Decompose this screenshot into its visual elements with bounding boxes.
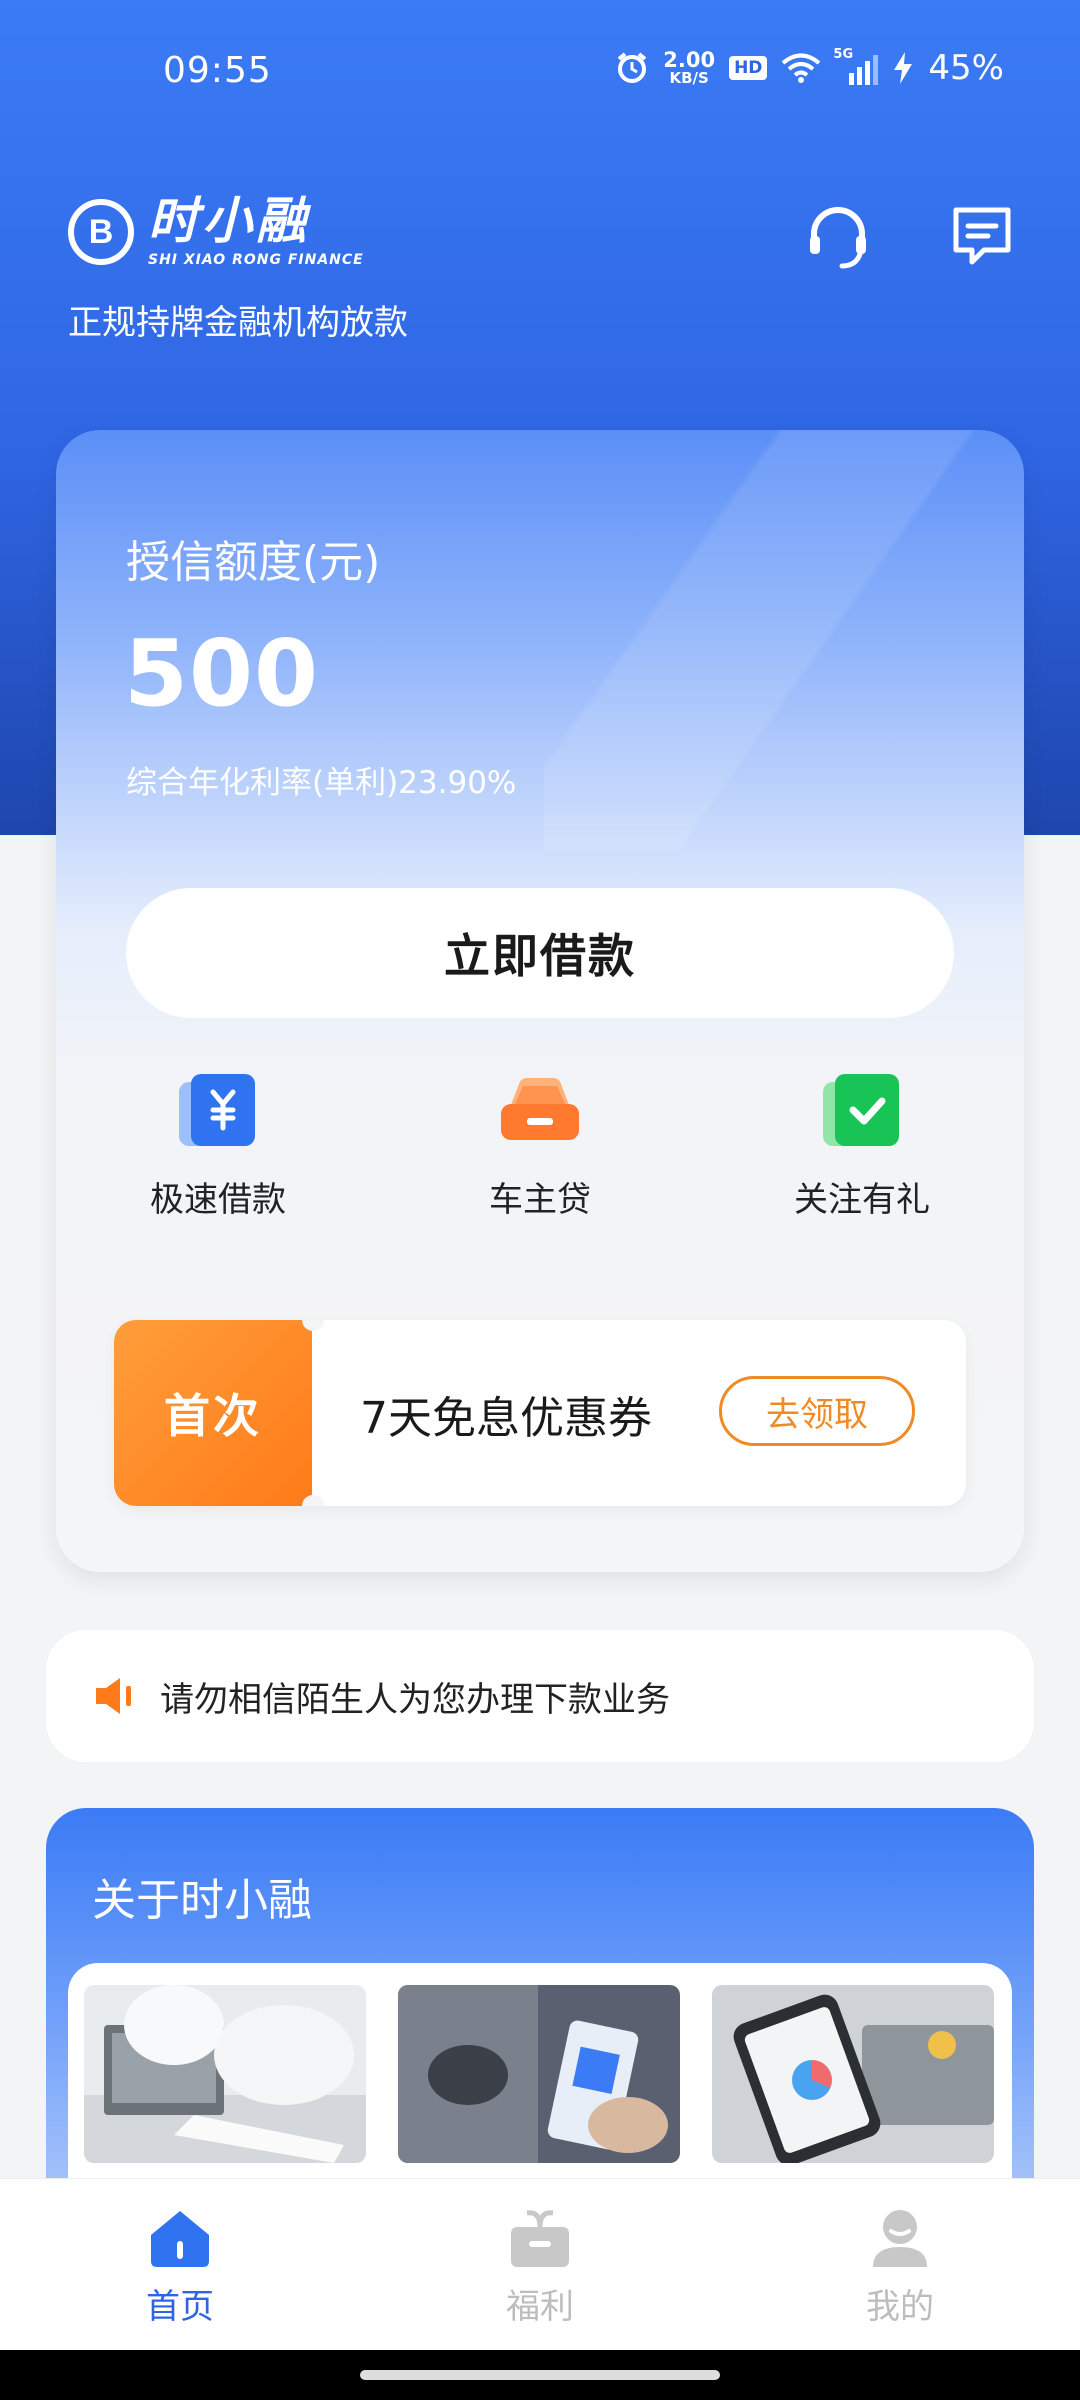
alarm-icon [615, 51, 649, 85]
tagline: 正规持牌金融机构放款 [68, 303, 408, 343]
profile-icon [867, 2207, 933, 2269]
logo-icon: B [68, 199, 134, 265]
borrow-now-button[interactable]: 立即借款 [126, 888, 954, 1018]
credit-card: 授信额度(元) 500 综合年化利率(单利)23.90% 立即借款 极速借款 车… [56, 430, 1024, 1572]
status-bar: 09:55 2.00 KB/S HD 5G 45% [0, 0, 1080, 140]
tab-label: 我的 [866, 2287, 934, 2327]
charging-icon [892, 51, 914, 85]
about-image-scan-pay[interactable] [398, 1985, 680, 2163]
interest-rate: 综合年化利率(单利)23.90% [126, 765, 517, 801]
speaker-icon [92, 1676, 136, 1716]
credit-limit-title: 授信额度(元) [126, 537, 381, 588]
yuan-card-icon [173, 1070, 263, 1150]
brand-name: 时小融 [148, 192, 310, 250]
status-time: 09:55 [163, 50, 272, 91]
cellular-signal-icon: 5G [833, 47, 879, 85]
notice-banner[interactable]: 请勿相信陌生人为您办理下款业务 [46, 1630, 1034, 1762]
home-indicator[interactable] [360, 2370, 720, 2380]
notice-text: 请勿相信陌生人为您办理下款业务 [160, 1679, 670, 1720]
quick-action-car-loan[interactable]: 车主贷 [420, 1070, 660, 1221]
gift-icon [507, 2207, 573, 2269]
tab-benefits[interactable]: 福利 [440, 2207, 640, 2328]
about-image-signing[interactable] [84, 1985, 366, 2163]
wifi-icon [781, 52, 821, 84]
message-icon[interactable] [946, 200, 1018, 272]
brand-english-name: SHI XIAO RONG FINANCE [148, 252, 364, 268]
customer-service-icon[interactable] [802, 200, 874, 272]
battery-percent: 45% [928, 48, 1004, 88]
quick-action-label: 极速借款 [150, 1180, 286, 1220]
brand-logo: B 时小融 SHI XIAO RONG FINANCE [68, 196, 364, 268]
quick-action-fast-loan[interactable]: 极速借款 [98, 1070, 338, 1221]
quick-action-follow-gift[interactable]: 关注有礼 [742, 1070, 982, 1221]
home-icon [147, 2207, 213, 2269]
system-gesture-area [0, 2350, 1080, 2400]
tab-label: 首页 [146, 2287, 214, 2327]
bottom-navigation: 首页 福利 我的 [0, 2178, 1080, 2351]
about-image-phone-chart[interactable] [712, 1985, 994, 2163]
quick-action-label: 车主贷 [489, 1180, 591, 1220]
coupon-tag: 首次 [114, 1320, 312, 1506]
check-icon [817, 1070, 907, 1150]
about-title: 关于时小融 [92, 1875, 312, 1926]
claim-coupon-button[interactable]: 去领取 [719, 1376, 915, 1446]
quick-action-label: 关注有礼 [794, 1180, 930, 1220]
status-icons: 2.00 KB/S HD 5G 45% [615, 47, 1004, 88]
net-speed: 2.00 KB/S [663, 48, 716, 87]
coupon-text: 7天免息优惠券 [360, 1393, 652, 1444]
credit-limit-amount: 500 [124, 620, 320, 727]
hd-badge: HD [729, 56, 768, 80]
coupon-card: 首次 7天免息优惠券 去领取 [114, 1320, 966, 1506]
car-icon [495, 1070, 585, 1150]
tab-home[interactable]: 首页 [80, 2207, 280, 2328]
tab-label: 福利 [506, 2287, 574, 2327]
tab-profile[interactable]: 我的 [800, 2207, 1000, 2328]
